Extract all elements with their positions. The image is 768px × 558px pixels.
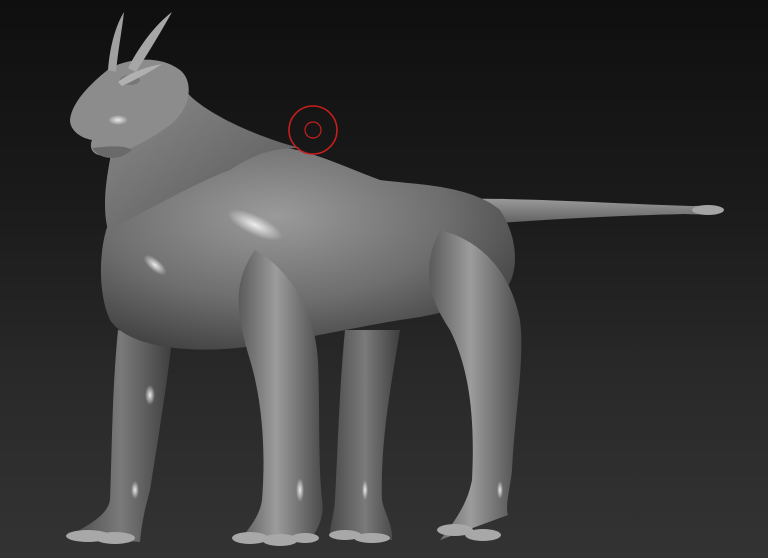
horn-left xyxy=(108,12,124,72)
sculpt-viewport[interactable] xyxy=(0,0,768,558)
creature-model[interactable] xyxy=(0,0,768,558)
front-far-leg xyxy=(70,330,172,542)
brush-ring-icon xyxy=(288,105,338,155)
tail-tip xyxy=(692,205,724,215)
back-far-leg xyxy=(330,330,400,540)
